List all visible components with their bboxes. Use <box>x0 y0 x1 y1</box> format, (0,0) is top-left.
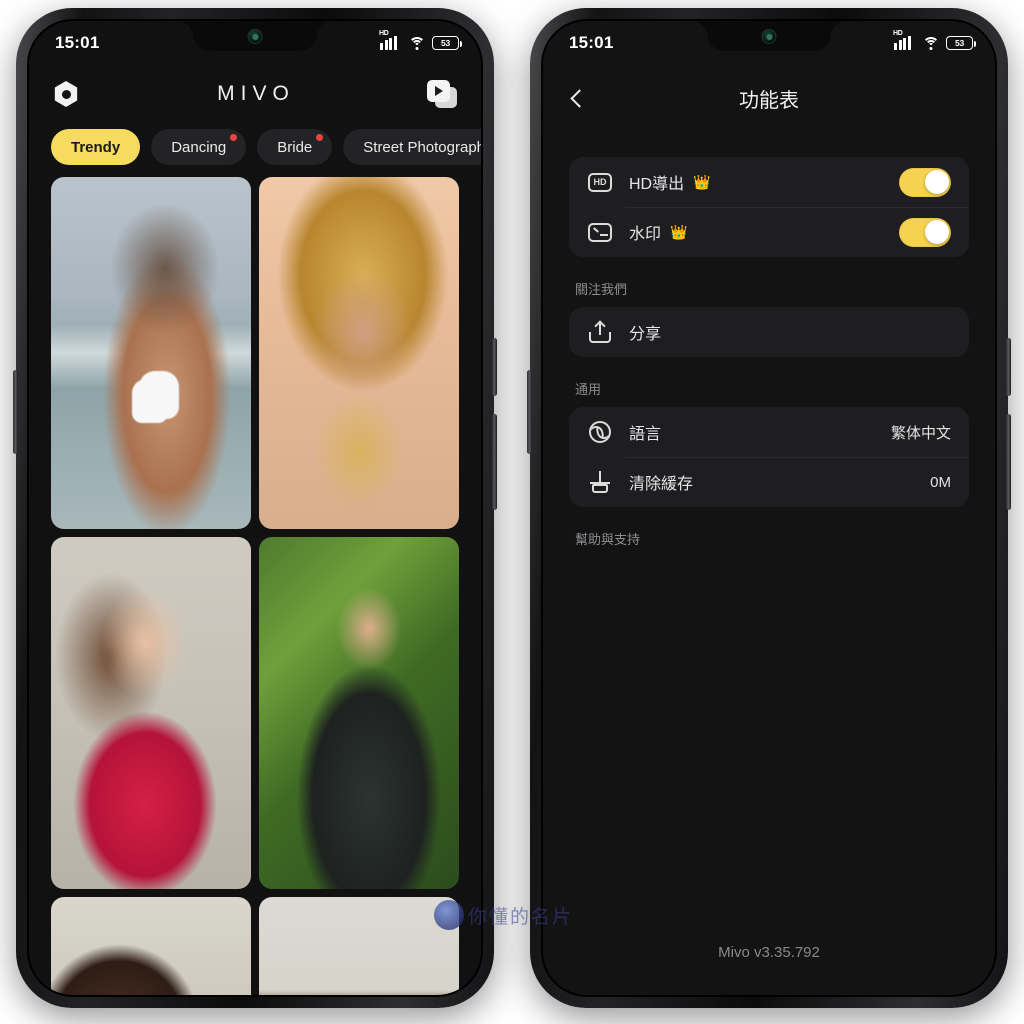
premium-settings-card: HD HD導出 👑 水印 👑 <box>569 157 969 257</box>
tab-label: Bride <box>277 138 313 156</box>
settings-spacer <box>543 551 995 945</box>
page-title: 功能表 <box>739 89 799 112</box>
row-language[interactable]: 語言 繁体中文 <box>569 407 969 457</box>
back-chevron-icon[interactable] <box>570 88 589 108</box>
notch-right <box>707 21 831 51</box>
thumb-beach-man[interactable] <box>51 177 251 529</box>
row-label: 清除緩存 <box>629 476 694 493</box>
section-header-follow-us: 關注我們 <box>575 282 628 297</box>
app-brand-title: MIVO <box>217 82 295 105</box>
section-header-help-support: 幫助與支持 <box>575 532 641 547</box>
mivo-feed-screen: 15:01 HD 53 MIVO Trendy Dancing Bride St… <box>29 21 481 995</box>
settings-list: HD HD導出 👑 水印 👑 關注我們 分享 通用 語言 繁体中文 清除緩存 0… <box>543 131 995 551</box>
row-watermark[interactable]: 水印 👑 <box>569 207 969 257</box>
row-clear-cache[interactable]: 清除緩存 0M <box>569 457 969 507</box>
app-bar-left: MIVO <box>29 65 481 123</box>
tab-label: Trendy <box>71 138 121 156</box>
left-phone-screen: 15:01 HD 53 MIVO Trendy Dancing Bride St… <box>27 19 483 997</box>
share-icon <box>587 319 613 345</box>
power-button-left-device[interactable] <box>492 338 497 396</box>
row-label: 語言 <box>629 426 662 443</box>
hd-label: HD <box>379 30 389 37</box>
thumb-hair-closeup[interactable] <box>51 897 251 995</box>
row-hd-export[interactable]: HD HD導出 👑 <box>569 157 969 207</box>
thumb-room-interior[interactable] <box>259 897 459 995</box>
left-phone-device: 15:01 HD 53 MIVO Trendy Dancing Bride St… <box>13 8 497 1008</box>
tab-badge-dot <box>316 134 324 141</box>
battery-icon: 53 <box>946 36 976 50</box>
status-icons-right: HD 53 <box>893 30 976 50</box>
video-thumbnail-grid <box>29 177 481 995</box>
tab-trendy[interactable]: Trendy <box>51 129 141 165</box>
thumb-tuxedo-man[interactable] <box>259 537 459 889</box>
thumb-gold-jewelry-woman[interactable] <box>259 177 459 529</box>
row-label: 水印 <box>629 226 662 243</box>
row-value-language: 繁体中文 <box>890 424 951 442</box>
globe-icon <box>587 419 613 445</box>
tab-badge-dot <box>230 134 238 141</box>
broom-icon <box>587 469 613 495</box>
right-phone-device: 15:01 HD 53 功能表 HD HD導出 👑 水印 👑 關注我們 分享 通… <box>527 8 1011 1008</box>
volume-button-right-device[interactable] <box>1006 414 1011 510</box>
tab-label: Street Photograph <box>363 138 481 156</box>
thumb-red-top-woman[interactable] <box>51 537 251 889</box>
nav-bar: 功能表 <box>543 65 995 131</box>
power-button-right-device[interactable] <box>1006 338 1011 396</box>
front-camera-icon <box>247 29 263 44</box>
hd-label: HD <box>893 30 903 37</box>
tab-dancing[interactable]: Dancing <box>151 129 247 165</box>
category-tab-bar[interactable]: Trendy Dancing Bride Street Photograph <box>29 123 481 177</box>
volume-button-left-device[interactable] <box>492 414 497 510</box>
section-header-general: 通用 <box>575 382 602 397</box>
row-label: HD導出 <box>629 176 685 193</box>
watermark-icon <box>587 219 613 245</box>
hd-icon: HD <box>587 169 613 195</box>
general-card: 語言 繁体中文 清除緩存 0M <box>569 407 969 507</box>
follow-us-card: 分享 <box>569 307 969 357</box>
front-camera-icon <box>761 29 777 44</box>
row-label: 分享 <box>629 326 662 343</box>
battery-level: 53 <box>440 38 451 48</box>
status-icons-left: HD 53 <box>379 30 462 50</box>
wifi-icon <box>408 36 425 50</box>
crown-icon: 👑 <box>670 223 688 240</box>
hd-export-toggle[interactable] <box>899 167 951 197</box>
mivo-settings-screen: 15:01 HD 53 功能表 HD HD導出 👑 水印 👑 關注我們 分享 通… <box>543 21 995 995</box>
assistant-button-right-device[interactable] <box>527 370 532 454</box>
crown-icon: 👑 <box>693 173 711 190</box>
notch-left <box>193 21 317 51</box>
battery-icon: 53 <box>432 36 462 50</box>
screenshot-stage: 15:01 HD 53 MIVO Trendy Dancing Bride St… <box>0 0 1024 1024</box>
assistant-button-left-device[interactable] <box>13 370 18 454</box>
video-library-icon[interactable] <box>426 80 457 108</box>
tab-bride[interactable]: Bride <box>257 129 333 165</box>
battery-level: 53 <box>954 38 965 48</box>
hexagon-logo-icon[interactable] <box>53 81 79 107</box>
signal-bars-icon: HD <box>379 30 401 50</box>
tab-label: Dancing <box>171 138 227 156</box>
app-version-label: Mivo v3.35.792 <box>718 944 820 961</box>
status-time-right: 15:01 <box>569 33 614 52</box>
signal-bars-icon: HD <box>893 30 915 50</box>
status-time-left: 15:01 <box>55 33 100 52</box>
row-share[interactable]: 分享 <box>569 307 969 357</box>
tab-street-photography[interactable]: Street Photograph <box>343 129 481 165</box>
wifi-icon <box>922 36 939 50</box>
right-phone-screen: 15:01 HD 53 功能表 HD HD導出 👑 水印 👑 關注我們 分享 通… <box>541 19 997 997</box>
watermark-toggle[interactable] <box>899 217 951 247</box>
row-value-cache-size: 0M <box>930 473 951 491</box>
